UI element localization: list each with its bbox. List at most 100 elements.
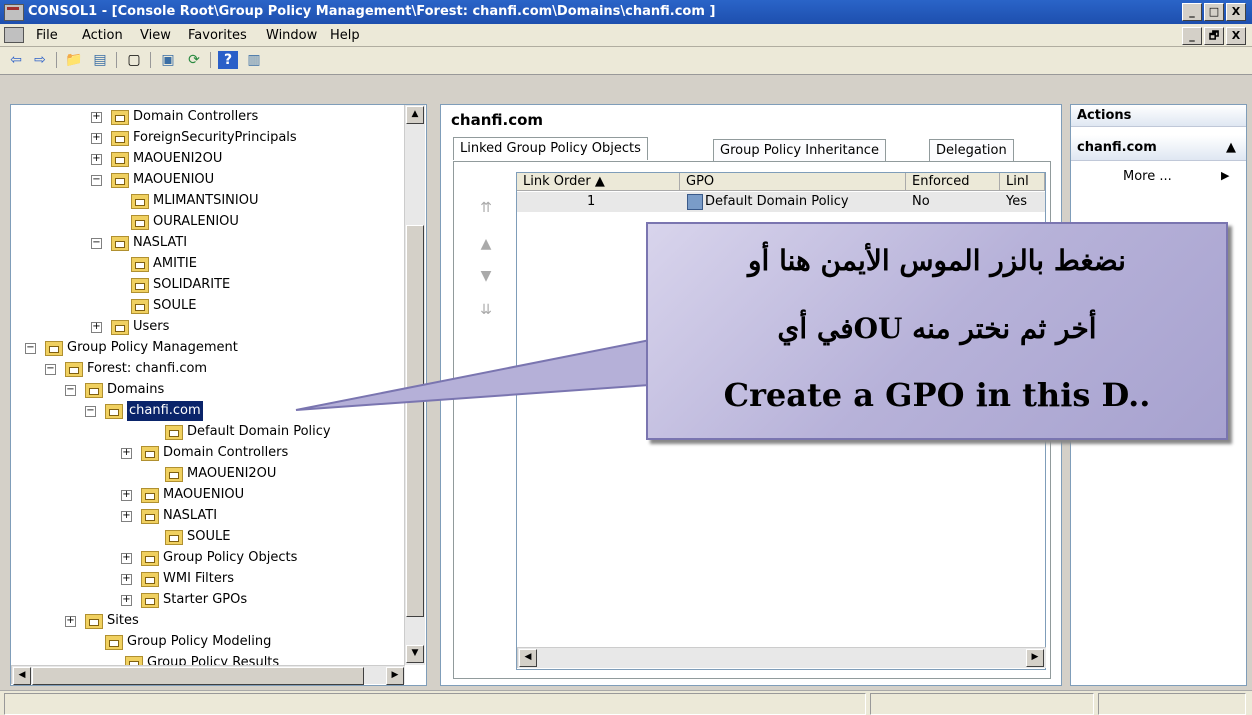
submenu-arrow-icon: ▶ [1221, 169, 1230, 182]
collapse-icon[interactable]: − [65, 385, 76, 396]
col-link-enabled[interactable]: Linl [1000, 173, 1045, 191]
collapse-icon[interactable]: − [25, 343, 36, 354]
tree-item[interactable]: − chanfi.com [11, 401, 401, 421]
menu-view[interactable]: View [140, 28, 171, 43]
scroll-left-icon[interactable]: ◀ [13, 667, 31, 685]
tree-scroll-thumb[interactable] [406, 225, 424, 617]
col-link-order[interactable]: Link Order ▲ [517, 173, 680, 191]
list-horizontal-scrollbar[interactable]: ◀ ▶ [517, 647, 1046, 668]
tree-item[interactable]: MAOUENI2OU [11, 464, 401, 484]
forward-arrow-icon[interactable]: ⇨ [30, 51, 50, 69]
wmi-filter-icon [141, 572, 159, 587]
tree-item[interactable]: OURALENIOU [11, 212, 401, 232]
back-arrow-icon[interactable]: ⇦ [6, 51, 26, 69]
menu-help[interactable]: Help [330, 28, 360, 43]
tree-item[interactable]: + ForeignSecurityPrincipals [11, 128, 401, 148]
tree-item[interactable]: Group Policy Modeling [11, 632, 401, 652]
tree-item[interactable]: + MAOUENIOU [11, 485, 401, 505]
action-more[interactable]: More ... [1123, 169, 1172, 184]
ou-folder-icon [111, 173, 129, 188]
tree-hscroll-thumb[interactable] [32, 667, 364, 685]
tree-item[interactable]: + Domain Controllers [11, 443, 401, 463]
expand-icon[interactable]: + [121, 553, 132, 564]
properties-icon[interactable]: ▢ [124, 51, 144, 69]
tree-item[interactable]: SOULE [11, 296, 401, 316]
move-up-icon[interactable]: ▲ [476, 236, 496, 252]
up-folder-icon[interactable]: 📁 [64, 51, 84, 69]
collapse-icon[interactable]: − [91, 175, 102, 186]
tab-gp-inheritance[interactable]: Group Policy Inheritance [713, 139, 886, 162]
tree-item[interactable]: Default Domain Policy [11, 422, 401, 442]
maximize-button[interactable]: □ [1204, 3, 1224, 21]
folder-icon [111, 131, 129, 146]
tree-item[interactable]: − Forest: chanfi.com [11, 359, 401, 379]
expand-icon[interactable]: + [91, 112, 102, 123]
move-bottom-icon[interactable]: ⇊ [476, 302, 496, 318]
tree-vertical-scrollbar[interactable]: ▲ ▼ [404, 105, 425, 665]
collapse-icon[interactable]: − [91, 238, 102, 249]
mdi-close-button[interactable]: X [1226, 27, 1246, 45]
tree-item[interactable]: AMITIE [11, 254, 401, 274]
tree-item[interactable]: SOLIDARITE [11, 275, 401, 295]
col-enforced[interactable]: Enforced [906, 173, 1000, 191]
tree-item[interactable]: + Users [11, 317, 401, 337]
collapse-icon[interactable]: ▲ [1226, 135, 1236, 161]
scroll-right-icon[interactable]: ▶ [1026, 649, 1044, 667]
tab-linked-gpos[interactable]: Linked Group Policy Objects [453, 137, 648, 160]
tree-item[interactable]: SOULE [11, 527, 401, 547]
collapse-icon[interactable]: − [45, 364, 56, 375]
minimize-button[interactable]: _ [1182, 3, 1202, 21]
show-hide-tree-icon[interactable]: ▤ [90, 51, 110, 69]
menu-file[interactable]: File [36, 28, 58, 43]
menu-window[interactable]: Window [266, 28, 317, 43]
scroll-up-icon[interactable]: ▲ [406, 106, 424, 124]
col-gpo[interactable]: GPO [680, 173, 906, 191]
expand-icon[interactable]: + [121, 490, 132, 501]
expand-icon[interactable]: + [121, 574, 132, 585]
collapse-icon[interactable]: − [85, 406, 96, 417]
tree-item[interactable]: + MAOUENI2OU [11, 149, 401, 169]
refresh-icon[interactable]: ⟳ [184, 51, 204, 69]
tree-item[interactable]: + WMI Filters [11, 569, 401, 589]
expand-icon[interactable]: + [91, 322, 102, 333]
console-window-icon[interactable] [4, 27, 24, 43]
help-icon[interactable]: ? [218, 51, 238, 69]
mmc-app-icon[interactable] [4, 4, 24, 21]
tree-item-label: Domains [107, 382, 165, 397]
tree-item[interactable]: − Domains [11, 380, 401, 400]
mdi-restore-button[interactable]: 🗗 [1204, 27, 1224, 45]
tab-delegation[interactable]: Delegation [929, 139, 1014, 162]
mdi-minimize-button[interactable]: _ [1182, 27, 1202, 45]
expand-icon[interactable]: + [91, 154, 102, 165]
expand-icon[interactable]: + [121, 448, 132, 459]
move-down-icon[interactable]: ▼ [476, 268, 496, 284]
scroll-down-icon[interactable]: ▼ [406, 645, 424, 663]
tree-item[interactable]: − NASLATI [11, 233, 401, 253]
tree-item[interactable]: − MAOUENIOU [11, 170, 401, 190]
scroll-left-icon[interactable]: ◀ [519, 649, 537, 667]
tree-item[interactable]: + Sites [11, 611, 401, 631]
ou-folder-icon [141, 488, 159, 503]
expand-icon[interactable]: + [121, 595, 132, 606]
menu-favorites[interactable]: Favorites [188, 28, 247, 43]
close-button[interactable]: X [1226, 3, 1246, 21]
expand-icon[interactable]: + [121, 511, 132, 522]
tree-item[interactable]: + Group Policy Objects [11, 548, 401, 568]
expand-icon[interactable]: + [65, 616, 76, 627]
tree-item[interactable]: + Starter GPOs [11, 590, 401, 610]
menu-action[interactable]: Action [82, 28, 123, 43]
scroll-right-icon[interactable]: ▶ [386, 667, 404, 685]
show-action-pane-icon[interactable]: ▥ [244, 51, 264, 69]
tree-item[interactable]: + NASLATI [11, 506, 401, 526]
actions-section-header[interactable]: chanfi.com ▲ [1071, 135, 1246, 161]
export-list-icon[interactable]: ▣ [158, 51, 178, 69]
actions-title: Actions [1071, 105, 1246, 127]
ou-folder-icon [111, 236, 129, 251]
tree-item[interactable]: − Group Policy Management [11, 338, 401, 358]
tree-horizontal-scrollbar[interactable]: ◀ ▶ [11, 665, 405, 685]
move-top-icon[interactable]: ⇈ [476, 200, 496, 216]
expand-icon[interactable]: + [91, 133, 102, 144]
tree-item[interactable]: MLIMANTSINIOU [11, 191, 401, 211]
domain-icon [105, 404, 123, 419]
tree-item[interactable]: + Domain Controllers [11, 107, 401, 127]
